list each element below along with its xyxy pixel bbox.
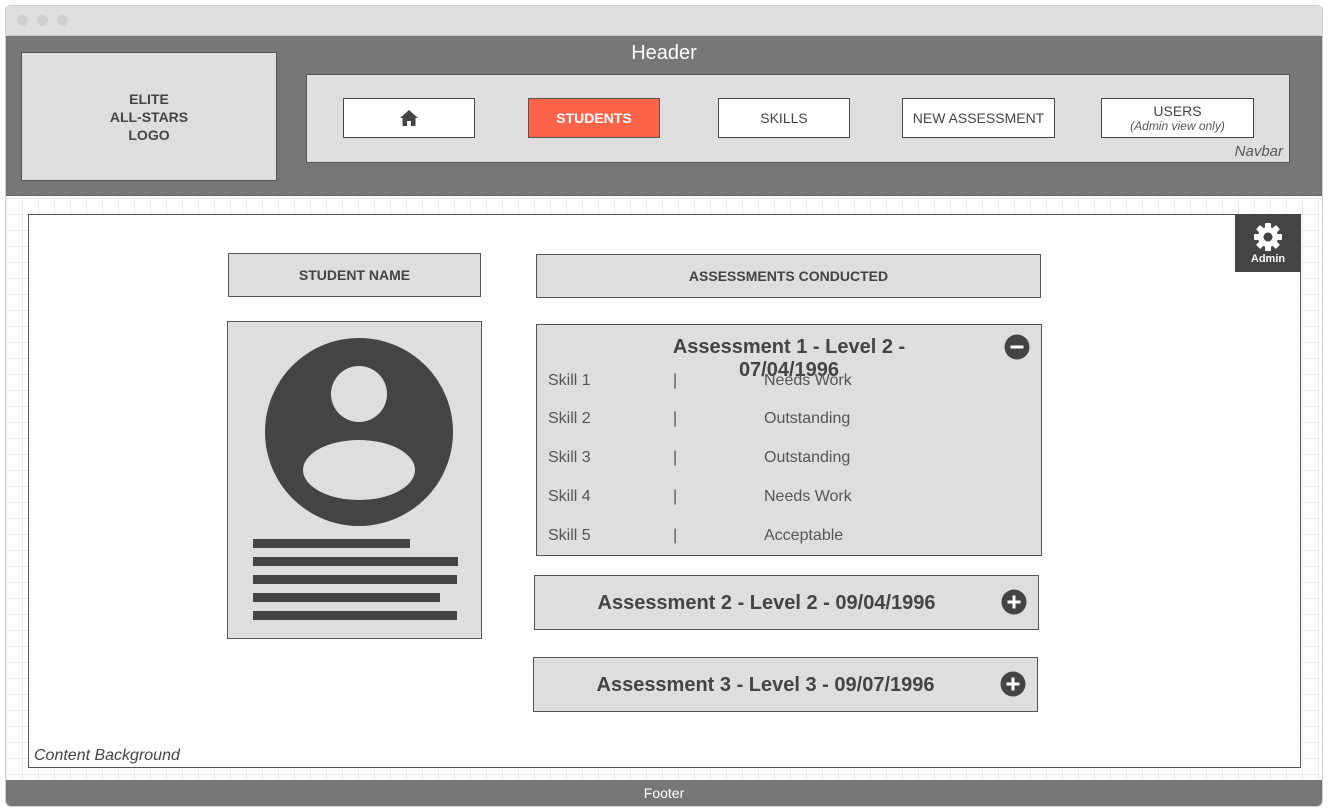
assessment-panel-collapsed[interactable]: Assessment 3 - Level 3 - 09/07/1996	[533, 657, 1038, 712]
skill-separator: |	[673, 449, 678, 466]
skill-row: Skill 1 | Needs Work	[537, 372, 1041, 392]
footer: Footer	[6, 780, 1322, 806]
assessments-conducted-title: ASSESSMENTS CONDUCTED	[536, 254, 1041, 298]
assessment-3-title: Assessment 3 - Level 3 - 09/07/1996	[596, 674, 935, 696]
logo-line: LOGO	[128, 126, 170, 143]
header: Header ELITE ALL-STARS LOGO STUDENTS SKI…	[6, 36, 1322, 196]
skill-row: Skill 3 | Outstanding	[537, 449, 1041, 469]
nav-students-button[interactable]: STUDENTS	[528, 98, 660, 138]
skill-rating: Outstanding	[764, 449, 851, 466]
skill-rating: Needs Work	[764, 488, 852, 505]
browser-window: Header ELITE ALL-STARS LOGO STUDENTS SKI…	[5, 5, 1323, 807]
plus-circle-icon[interactable]	[1000, 671, 1026, 697]
navbar-label: Navbar	[1234, 143, 1283, 160]
admin-label: Admin	[1250, 253, 1286, 265]
skill-name: Skill 3	[548, 449, 591, 466]
nav-new-assessment-label: NEW ASSESSMENT	[912, 110, 1045, 126]
window-titlebar	[6, 6, 1322, 36]
home-icon	[400, 110, 418, 126]
skill-separator: |	[673, 527, 678, 544]
nav-new-assessment-button[interactable]: NEW ASSESSMENT	[902, 98, 1055, 138]
logo[interactable]: ELITE ALL-STARS LOGO	[21, 52, 277, 181]
profile-text-line	[253, 593, 440, 602]
skill-name: Skill 2	[548, 410, 591, 427]
window-maximize-dot[interactable]	[57, 15, 68, 26]
nav-users-sublabel: (Admin view only)	[1130, 119, 1225, 133]
window-close-dot[interactable]	[17, 15, 28, 26]
skill-row: Skill 5 | Acceptable	[537, 527, 1041, 547]
plus-circle-icon[interactable]	[1001, 589, 1027, 615]
assessment-2-title: Assessment 2 - Level 2 - 09/04/1996	[597, 592, 936, 614]
assessment-panel-expanded: Assessment 1 - Level 2 - 07/04/1996 Skil…	[536, 324, 1042, 556]
skill-separator: |	[673, 372, 678, 389]
skill-rating: Acceptable	[764, 527, 844, 544]
window-minimize-dot[interactable]	[37, 15, 48, 26]
student-name-label: STUDENT NAME	[298, 267, 411, 283]
assessment-panel-collapsed[interactable]: Assessment 2 - Level 2 - 09/04/1996	[534, 575, 1039, 630]
skill-row: Skill 2 | Outstanding	[537, 410, 1041, 430]
skill-rating: Outstanding	[764, 410, 851, 427]
skill-name: Skill 1	[548, 372, 591, 389]
profile-text-line	[253, 611, 457, 620]
student-profile-card	[227, 321, 482, 639]
profile-text-line	[253, 557, 458, 566]
navbar: STUDENTS SKILLS NEW ASSESSMENT USERS (Ad…	[306, 74, 1290, 163]
content-label: Content Background	[34, 747, 180, 764]
minus-circle-icon[interactable]	[1004, 334, 1030, 360]
skill-rating: Needs Work	[764, 372, 852, 389]
logo-line: ELITE	[129, 90, 169, 107]
admin-button[interactable]: Admin	[1235, 214, 1301, 272]
skill-separator: |	[673, 488, 678, 505]
nav-home-button[interactable]	[343, 98, 475, 138]
nav-students-label: STUDENTS	[556, 110, 632, 126]
skill-row: Skill 4 | Needs Work	[537, 488, 1041, 508]
footer-label: Footer	[643, 785, 685, 801]
nav-users-label: USERS	[1153, 103, 1202, 119]
nav-skills-button[interactable]: SKILLS	[718, 98, 850, 138]
gear-icon	[1254, 223, 1282, 251]
nav-skills-label: SKILLS	[760, 110, 808, 126]
student-name-title: STUDENT NAME	[228, 253, 481, 297]
profile-text-line	[253, 539, 410, 548]
skill-name: Skill 4	[548, 488, 591, 505]
skill-name: Skill 5	[548, 527, 591, 544]
skill-separator: |	[673, 410, 678, 427]
logo-line: ALL-STARS	[109, 108, 189, 125]
assessments-conducted-label: ASSESSMENTS CONDUCTED	[688, 268, 889, 284]
nav-users-button[interactable]: USERS (Admin view only)	[1101, 98, 1254, 138]
profile-text-line	[253, 575, 457, 584]
